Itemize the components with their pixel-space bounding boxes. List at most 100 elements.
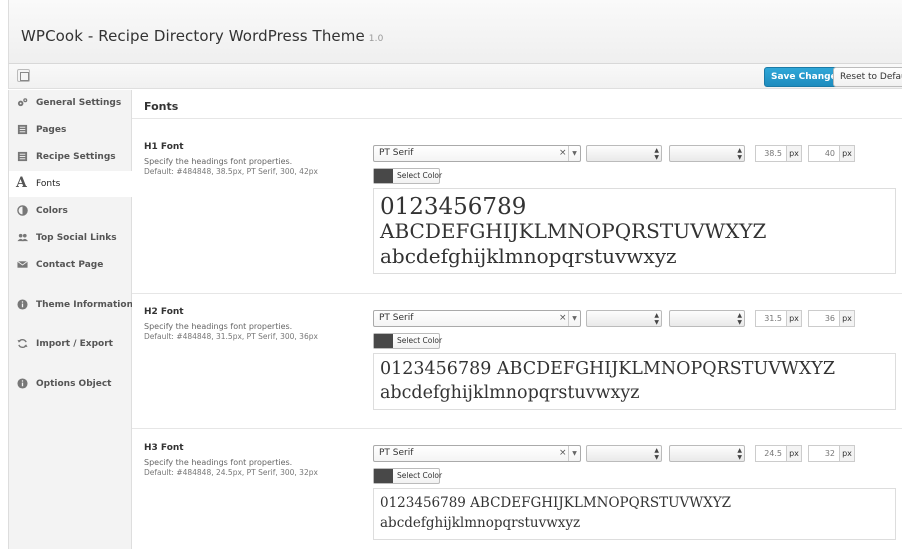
- preview-line: ABCDEFGHIJKLMNOPQRSTUVWXYZ: [380, 219, 767, 243]
- app-version: 1.0: [368, 34, 384, 44]
- sidebar-item-colors[interactable]: Colors: [9, 198, 133, 224]
- h2-line-height-input[interactable]: 36: [808, 310, 840, 327]
- h3-font-title: H3 Font: [144, 443, 184, 453]
- font-family-value: PT Serif: [379, 148, 414, 158]
- sidebar-item-label: Options Object: [36, 379, 112, 389]
- h3-font-family-select[interactable]: PT Serif × ▼: [373, 445, 581, 462]
- sort-arrows-icon: ▲ ▼: [737, 447, 742, 461]
- h1-font-size-input[interactable]: 38.5: [755, 145, 787, 162]
- contrast-icon: [17, 205, 28, 216]
- sort-arrows-icon: ▲ ▼: [737, 147, 742, 161]
- h2-font-preview: 0123456789 ABCDEFGHIJKLMNOPQRSTUVWXYZ ab…: [373, 353, 896, 410]
- sidebar-item-label: Pages: [36, 125, 67, 135]
- chevron-down-icon[interactable]: ▼: [568, 311, 580, 326]
- h1-font-size-unit: px: [786, 145, 802, 162]
- clear-icon[interactable]: ×: [559, 313, 567, 323]
- refresh-icon: [17, 338, 28, 349]
- h2-font-size-input[interactable]: 31.5: [755, 310, 787, 327]
- sidebar-item-label: Contact Page: [36, 260, 104, 270]
- h1-font-description: Specify the headings font properties.: [144, 157, 293, 166]
- h2-select-color-button[interactable]: Select Color: [373, 333, 443, 349]
- sidebar-item-options-object[interactable]: Options Object: [9, 371, 133, 397]
- select-color-label: Select Color: [397, 471, 443, 480]
- h1-line-height-input[interactable]: 40: [808, 145, 840, 162]
- recipe-settings-icon: [17, 151, 28, 162]
- expand-options-icon[interactable]: [17, 69, 30, 82]
- divider: [132, 293, 902, 294]
- sidebar-item-contact-page[interactable]: Contact Page: [9, 252, 133, 278]
- h1-font-subset-select[interactable]: ▲ ▼: [669, 145, 745, 162]
- h1-font-weight-select[interactable]: ▲ ▼: [586, 145, 662, 162]
- sidebar-item-top-social-links[interactable]: Top Social Links: [9, 225, 133, 251]
- h2-font-subset-select[interactable]: ▲ ▼: [669, 310, 745, 327]
- page-title: WPCook - Recipe Directory WordPress Them…: [21, 27, 383, 45]
- divider: [132, 118, 902, 119]
- h3-font-subset-select[interactable]: ▲ ▼: [669, 445, 745, 462]
- h2-font-default: Default: #484848, 31.5px, PT Serif, 300,…: [144, 332, 318, 341]
- sidebar-item-pages[interactable]: Pages: [9, 117, 133, 143]
- h2-font-weight-select[interactable]: ▲ ▼: [586, 310, 662, 327]
- sort-arrows-icon: ▲ ▼: [737, 312, 742, 326]
- sidebar-item-label: Theme Information: [36, 300, 133, 310]
- h1-font-preview: 0123456789 ABCDEFGHIJKLMNOPQRSTUVWXYZ ab…: [373, 188, 896, 274]
- h3-font-description: Specify the headings font properties.: [144, 458, 293, 467]
- sort-arrows-icon: ▲ ▼: [654, 147, 659, 161]
- font-family-value: PT Serif: [379, 448, 414, 458]
- color-swatch: [374, 169, 393, 183]
- sidebar-item-label: Fonts: [36, 179, 61, 189]
- sidebar-item-theme-information[interactable]: Theme Information: [9, 292, 133, 318]
- sidebar-item-fonts[interactable]: A Fonts: [9, 171, 134, 197]
- users-icon: [17, 233, 28, 242]
- h1-select-color-button[interactable]: Select Color: [373, 168, 443, 184]
- preview-line: abcdefghijklmnopqrstuvwxyz: [380, 515, 581, 531]
- h3-font-size-input[interactable]: 24.5: [755, 445, 787, 462]
- select-color-label: Select Color: [397, 336, 443, 345]
- font-family-value: PT Serif: [379, 313, 414, 323]
- h1-font-family-select[interactable]: PT Serif × ▼: [373, 145, 581, 162]
- color-swatch: [374, 469, 393, 483]
- sidebar-item-label: Import / Export: [36, 339, 113, 349]
- select-color-label: Select Color: [397, 171, 443, 180]
- sort-arrows-icon: ▲ ▼: [654, 447, 659, 461]
- gears-icon: [17, 98, 28, 107]
- sidebar-item-import-export[interactable]: Import / Export: [9, 331, 133, 357]
- h3-select-color-button[interactable]: Select Color: [373, 468, 443, 484]
- preview-line: 0123456789 ABCDEFGHIJKLMNOPQRSTUVWXYZ: [380, 359, 836, 379]
- options-toolbar: Save Changes Reset to Defaults: [8, 64, 902, 89]
- preview-line: 0123456789 ABCDEFGHIJKLMNOPQRSTUVWXYZ: [380, 495, 732, 511]
- h1-font-default: Default: #484848, 38.5px, PT Serif, 300,…: [144, 167, 318, 176]
- sort-arrows-icon: ▲ ▼: [654, 312, 659, 326]
- app-title: WPCook - Recipe Directory WordPress Them…: [21, 27, 365, 45]
- options-sidebar: General Settings Pages Recipe Settings A…: [8, 90, 134, 549]
- clear-icon[interactable]: ×: [559, 448, 567, 458]
- h3-font-preview: 0123456789 ABCDEFGHIJKLMNOPQRSTUVWXYZ ab…: [373, 488, 896, 540]
- h3-font-default: Default: #484848, 24.5px, PT Serif, 300,…: [144, 468, 318, 477]
- h2-font-title: H2 Font: [144, 307, 184, 317]
- sidebar-item-label: Recipe Settings: [36, 152, 116, 162]
- h2-font-description: Specify the headings font properties.: [144, 322, 293, 331]
- chevron-down-icon[interactable]: ▼: [568, 446, 580, 461]
- reset-defaults-button[interactable]: Reset to Defaults: [833, 67, 902, 87]
- h3-line-height-input[interactable]: 32: [808, 445, 840, 462]
- app-header: WPCook - Recipe Directory WordPress Them…: [8, 0, 902, 64]
- sidebar-item-general-settings[interactable]: General Settings: [9, 90, 133, 116]
- options-main: Fonts H1 Font Specify the headings font …: [132, 90, 902, 549]
- info-icon: [17, 378, 28, 389]
- sidebar-item-recipe-settings[interactable]: Recipe Settings: [9, 144, 133, 170]
- section-title: Fonts: [144, 100, 179, 113]
- h2-line-height-unit: px: [839, 310, 855, 327]
- clear-icon[interactable]: ×: [559, 148, 567, 158]
- info-icon: [17, 299, 28, 310]
- h1-font-title: H1 Font: [144, 142, 184, 152]
- h1-line-height-unit: px: [839, 145, 855, 162]
- preview-line: abcdefghijklmnopqrstuvwxyz: [380, 244, 677, 268]
- h2-font-family-select[interactable]: PT Serif × ▼: [373, 310, 581, 327]
- preview-line: 0123456789: [380, 194, 527, 220]
- preview-line: abcdefghijklmnopqrstuvwxyz: [380, 383, 640, 403]
- h3-font-weight-select[interactable]: ▲ ▼: [586, 445, 662, 462]
- envelope-icon: [17, 260, 28, 268]
- sidebar-item-label: Top Social Links: [36, 233, 117, 243]
- chevron-down-icon[interactable]: ▼: [568, 146, 580, 161]
- divider: [132, 428, 902, 429]
- h3-font-size-unit: px: [786, 445, 802, 462]
